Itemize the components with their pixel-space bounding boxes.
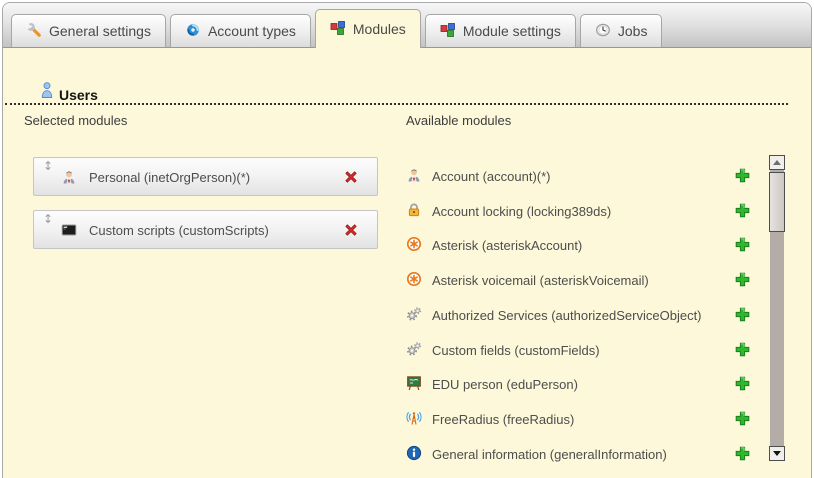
gears-icon [406, 341, 422, 362]
person-tie-icon [406, 167, 422, 188]
add-plus-icon[interactable] [734, 341, 751, 358]
tab-label: Jobs [618, 23, 648, 39]
available-module-account: Account (account)(*) [406, 167, 766, 185]
available-module-label: Account locking (locking389ds) [432, 204, 611, 219]
available-module-general-information: General information (generalInformation) [406, 445, 766, 463]
chalkboard-icon [406, 375, 422, 396]
asterisk-icon [406, 236, 422, 257]
available-module-account-locking: Account locking (locking389ds) [406, 202, 766, 220]
chevron-down-icon [773, 451, 781, 456]
modules-cubes-icon [440, 22, 456, 41]
terminal-icon [61, 222, 77, 243]
tab-module-settings[interactable]: Module settings [425, 14, 576, 47]
available-module-label: Account (account)(*) [432, 169, 551, 184]
available-module-label: FreeRadius (freeRadius) [432, 412, 574, 427]
drag-handle-icon[interactable]: ↕ [43, 159, 53, 173]
add-plus-icon[interactable] [734, 167, 751, 184]
available-module-label: Asterisk (asteriskAccount) [432, 238, 582, 253]
available-module-asterisk-voicemail: Asterisk voicemail (asteriskVoicemail) [406, 271, 766, 289]
available-module-label: Custom fields (customFields) [432, 343, 600, 358]
wrench-icon [26, 22, 42, 41]
available-module-label: Asterisk voicemail (asteriskVoicemail) [432, 273, 649, 288]
tab-bar: General settings Account types [3, 3, 811, 48]
available-module-label: General information (generalInformation) [432, 447, 667, 462]
available-module-label: EDU person (eduPerson) [432, 377, 578, 392]
asterisk-icon [406, 271, 422, 292]
available-module-asterisk: Asterisk (asteriskAccount) [406, 236, 766, 254]
available-modules-heading: Available modules [406, 113, 511, 128]
available-modules-scrollbar[interactable] [769, 155, 785, 461]
info-icon [406, 445, 422, 466]
user-figure-icon [39, 81, 55, 104]
selected-module-label: Personal (inetOrgPerson)(*) [89, 170, 250, 185]
selected-module-personal[interactable]: ↕ Personal (inetOrgPerson)(*) [33, 157, 378, 196]
delete-x-icon[interactable] [343, 222, 359, 238]
add-plus-icon[interactable] [734, 375, 751, 392]
tab-label: Module settings [463, 23, 561, 39]
clock-icon [595, 22, 611, 41]
person-tie-icon [61, 169, 77, 190]
available-module-edu-person: EDU person (eduPerson) [406, 375, 766, 393]
add-plus-icon[interactable] [734, 271, 751, 288]
tab-label: Modules [353, 21, 406, 37]
add-plus-icon[interactable] [734, 410, 751, 427]
add-plus-icon[interactable] [734, 202, 751, 219]
scrollbar-up-button[interactable] [769, 155, 785, 170]
tab-label: Account types [208, 23, 296, 39]
sync-ball-icon [185, 22, 201, 41]
selected-module-custom-scripts[interactable]: ↕ Custom scripts (customScripts) [33, 210, 378, 249]
add-plus-icon[interactable] [734, 445, 751, 462]
scrollbar-down-button[interactable] [769, 446, 785, 461]
tab-general-settings[interactable]: General settings [11, 14, 166, 47]
gears-icon [406, 306, 422, 327]
tab-modules[interactable]: Modules [315, 9, 421, 48]
available-module-freeradius: FreeRadius (freeRadius) [406, 410, 766, 428]
available-module-label: Authorized Services (authorizedServiceOb… [432, 308, 702, 323]
available-module-custom-fields: Custom fields (customFields) [406, 341, 766, 359]
config-panel: General settings Account types [2, 2, 812, 478]
drag-handle-icon[interactable]: ↕ [43, 212, 53, 226]
scrollbar-thumb[interactable] [769, 172, 785, 232]
tab-jobs[interactable]: Jobs [580, 14, 663, 47]
modules-cubes-icon [330, 20, 346, 39]
chevron-up-icon [773, 160, 781, 165]
delete-x-icon[interactable] [343, 169, 359, 185]
antenna-icon [406, 410, 422, 431]
add-plus-icon[interactable] [734, 306, 751, 323]
lock-icon [406, 202, 422, 223]
section-title: Users [59, 87, 98, 103]
tab-label: General settings [49, 23, 151, 39]
available-module-authorized-services: Authorized Services (authorizedServiceOb… [406, 306, 766, 324]
selected-module-label: Custom scripts (customScripts) [89, 223, 269, 238]
tab-account-types[interactable]: Account types [170, 14, 311, 47]
add-plus-icon[interactable] [734, 236, 751, 253]
selected-modules-heading: Selected modules [24, 113, 127, 128]
section-divider [5, 103, 788, 105]
